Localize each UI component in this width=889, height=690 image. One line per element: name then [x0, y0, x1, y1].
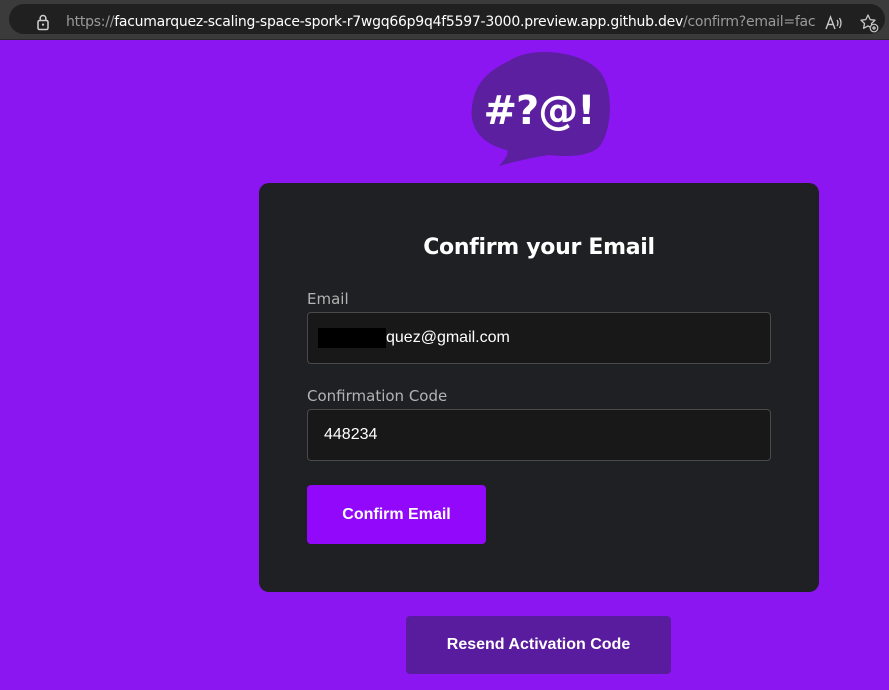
- confirmation-code-field[interactable]: 448234: [307, 409, 771, 461]
- logo-text: #?@!: [484, 88, 595, 134]
- url-host: facumarquez-scaling-space-spork-r7wgq66p…: [114, 14, 683, 30]
- browser-toolbar: https://facumarquez-scaling-space-spork-…: [0, 0, 889, 40]
- logo: #?@!: [471, 51, 610, 166]
- confirm-email-button[interactable]: Confirm Email: [307, 485, 486, 544]
- resend-activation-code-button[interactable]: Resend Activation Code: [406, 616, 671, 674]
- favorite-add-icon[interactable]: [859, 13, 879, 33]
- redaction-bar: [318, 328, 386, 348]
- email-value: quez@gmail.com: [386, 329, 510, 346]
- email-field[interactable]: quez@gmail.com: [307, 312, 771, 364]
- url-protocol: https://: [66, 14, 115, 30]
- url-path: /confirm?email=facumarque...: [682, 14, 816, 30]
- lock-icon[interactable]: [33, 12, 53, 32]
- confirmation-code-label: Confirmation Code: [307, 387, 448, 405]
- address-bar[interactable]: https://facumarquez-scaling-space-spork-…: [9, 4, 885, 34]
- url-text[interactable]: https://facumarquez-scaling-space-spork-…: [66, 14, 816, 30]
- confirm-card: Confirm your Email Email quez@gmail.com …: [259, 183, 819, 592]
- page-title: Confirm your Email: [423, 235, 655, 260]
- email-label: Email: [307, 290, 349, 308]
- read-aloud-icon[interactable]: [824, 13, 844, 33]
